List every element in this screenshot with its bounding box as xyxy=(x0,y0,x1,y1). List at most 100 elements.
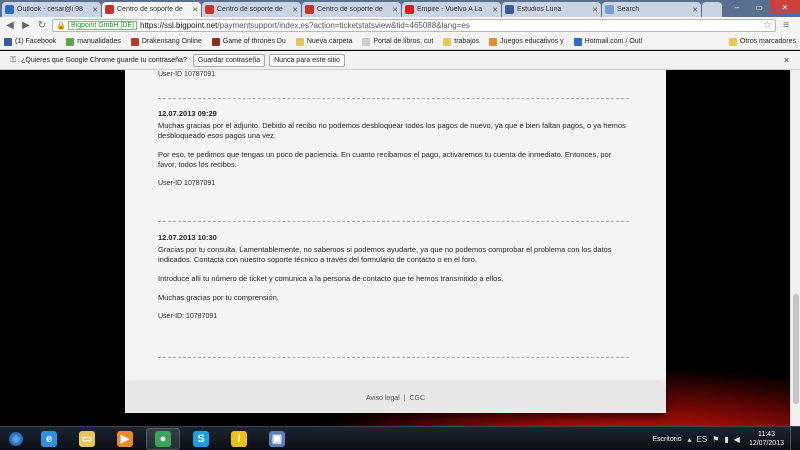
bookmark-favicon-icon xyxy=(362,37,371,46)
bookmark-folder[interactable]: Nueva carpeta xyxy=(295,37,353,46)
page-scrollbar[interactable] xyxy=(790,70,800,426)
bookmark-item[interactable]: manualidades xyxy=(66,37,121,46)
flag-icon[interactable]: ⚑ xyxy=(712,435,719,444)
maximize-icon[interactable]: ▭ xyxy=(748,0,770,14)
bookmark-label: Nueva carpeta xyxy=(306,38,353,45)
taskbar-app-media-player[interactable]: ▶ xyxy=(108,428,142,450)
tab-close-icon[interactable]: ✕ xyxy=(292,6,298,14)
tab-close-icon[interactable]: ✕ xyxy=(692,6,698,14)
bookmark-item[interactable]: Portal de libros, cut xyxy=(362,37,434,46)
window-app-icon: ▣ xyxy=(269,430,285,447)
bookmark-label: Portal de libros, cut xyxy=(373,38,434,45)
bookmarks-bar: (1) Facebook manualidades Drakensang Onlin… xyxy=(0,34,800,50)
tab-close-icon[interactable]: ✕ xyxy=(592,6,598,14)
tab-strip: Outlook - cesar@i 98 ✕ Centro de soporte d… xyxy=(0,0,800,17)
close-infobar-icon[interactable]: ✕ xyxy=(783,56,790,65)
tab-label: Centro de soporte de xyxy=(317,6,383,13)
network-icon[interactable]: ▮ xyxy=(724,435,728,444)
taskbar-app-window-app[interactable]: ▣ xyxy=(260,428,294,450)
page-viewport: User-ID 10787091 12.07.2013 09:29 Muchas… xyxy=(0,70,790,426)
divider xyxy=(158,221,629,222)
forward-icon[interactable]: ▶ xyxy=(20,20,32,32)
tab-label: Centro de soporte de xyxy=(217,6,283,13)
bookmark-item[interactable]: (1) Facebook xyxy=(4,37,57,46)
tab-favicon-icon xyxy=(5,5,14,14)
taskbar-app-chrome[interactable]: ● xyxy=(146,427,180,450)
scrollbar-thumb[interactable] xyxy=(793,294,799,404)
terms-link[interactable]: CGC xyxy=(410,395,426,402)
clock-date: 12/07/2013 xyxy=(748,440,784,447)
tab-favicon-icon xyxy=(205,5,214,14)
tab-close-icon[interactable]: ✕ xyxy=(92,6,98,14)
start-button[interactable] xyxy=(0,427,32,450)
never-for-site-button[interactable]: Nunca para este sitio xyxy=(269,53,345,67)
bookmark-folder[interactable]: trabajos xyxy=(443,37,479,46)
divider xyxy=(158,98,629,99)
tab-close-icon[interactable]: ✕ xyxy=(492,6,498,14)
bookmark-star-icon[interactable]: ☆ xyxy=(763,20,772,31)
show-desktop-button[interactable] xyxy=(790,427,796,450)
new-tab-button[interactable] xyxy=(702,2,722,17)
tab-favicon-icon xyxy=(405,5,414,14)
bookmark-item[interactable]: Hotmail.com / Outl xyxy=(573,37,642,46)
browser-toolbar: ◀ ▶ ↻ 🔒 Bigpoint GmbH [DE] https://ssl.b… xyxy=(0,17,800,34)
bookmark-label: (1) Facebook xyxy=(15,38,57,45)
bookmark-item[interactable]: Juegos educativos y xyxy=(489,37,564,46)
back-icon[interactable]: ◀ xyxy=(4,20,16,32)
bookmark-label: manualidades xyxy=(77,38,121,45)
internet-explorer-icon: e xyxy=(41,430,57,447)
volume-icon[interactable]: ◀ xyxy=(734,435,740,444)
taskbar-app-file-explorer[interactable]: ▭ xyxy=(70,428,104,450)
browser-tab[interactable]: Estudios Luna ✕ xyxy=(502,2,601,17)
language-indicator[interactable]: ES xyxy=(697,435,708,444)
browser-tab[interactable]: Centro de soporte de ✕ xyxy=(302,2,401,17)
close-window-icon[interactable]: ✕ xyxy=(770,0,800,14)
other-bookmarks-folder[interactable]: Otros marcadores xyxy=(728,37,796,46)
tray-expand-icon[interactable]: ▴ xyxy=(688,435,692,444)
bookmark-item[interactable]: Game of thrones Du xyxy=(211,37,286,46)
folder-icon xyxy=(443,37,452,46)
address-bar[interactable]: 🔒 Bigpoint GmbH [DE] https://ssl.bigpoin… xyxy=(52,19,776,32)
url-text[interactable]: https://ssl.bigpoint.net/paymentsupport/… xyxy=(140,21,763,30)
tab-favicon-icon xyxy=(605,5,614,14)
message-paragraph: Gracias por tu consulta. Lamentablemente… xyxy=(158,245,612,264)
message-date: 12.07.2013 10:30 xyxy=(158,233,217,242)
taskbar-app-warning-app[interactable]: ! xyxy=(222,428,256,450)
tab-close-icon[interactable]: ✕ xyxy=(192,6,198,14)
file-explorer-icon: ▭ xyxy=(79,430,95,447)
menu-icon[interactable]: ≡ xyxy=(780,20,792,32)
browser-tab[interactable]: Centro de soporte de ✕ xyxy=(202,2,301,17)
media-player-icon: ▶ xyxy=(117,430,133,447)
browser-tab[interactable]: Search ✕ xyxy=(602,2,701,17)
ev-certificate-badge[interactable]: Bigpoint GmbH [DE] xyxy=(67,21,137,30)
other-bookmarks-label: Otros marcadores xyxy=(739,38,796,45)
clock-time: 11:43 xyxy=(757,431,775,438)
desktop-toolbar-label[interactable]: Escritorio xyxy=(652,436,681,443)
windows-logo-icon xyxy=(9,431,23,446)
bookmark-label: Drakensang Online xyxy=(141,38,202,45)
taskbar-app-skype[interactable]: S xyxy=(184,428,218,450)
folder-icon xyxy=(295,37,304,46)
bookmark-favicon-icon xyxy=(211,37,220,46)
bookmark-item[interactable]: Drakensang Online xyxy=(130,37,202,46)
minimize-icon[interactable]: – xyxy=(726,0,748,14)
tab-label: Estudios Luna xyxy=(517,6,562,13)
tab-close-icon[interactable]: ✕ xyxy=(392,6,398,14)
ticket-message: 12.07.2013 09:29 Muchas gracias por el a… xyxy=(158,109,629,189)
save-password-button[interactable]: Guardar contraseña xyxy=(192,53,266,67)
reload-icon[interactable]: ↻ xyxy=(36,20,48,32)
browser-tab[interactable]: Empire - Vuelvo A La ✕ xyxy=(402,2,501,17)
legal-notice-link[interactable]: Aviso legal xyxy=(366,395,400,402)
tab-favicon-icon xyxy=(305,5,314,14)
bookmark-favicon-icon xyxy=(573,37,582,46)
taskbar-app-internet-explorer[interactable]: e xyxy=(32,428,66,450)
message-user-id: User-ID 10787091 xyxy=(158,180,216,187)
tab-label: Outlook - cesar@i 98 xyxy=(17,6,83,13)
message-paragraph: Muchas gracias por el adjunto. Debido al… xyxy=(158,121,626,140)
browser-tab[interactable]: Centro de soporte de ✕ xyxy=(102,2,201,17)
clock[interactable]: 11:43 12/07/2013 xyxy=(749,430,784,448)
support-panel: User-ID 10787091 12.07.2013 09:29 Muchas… xyxy=(125,70,666,383)
browser-tab[interactable]: Outlook - cesar@i 98 ✕ xyxy=(2,2,101,17)
key-icon: ⚿ xyxy=(10,55,17,64)
message-paragraph: Muchas gracias por tu comprensión. xyxy=(158,293,279,302)
